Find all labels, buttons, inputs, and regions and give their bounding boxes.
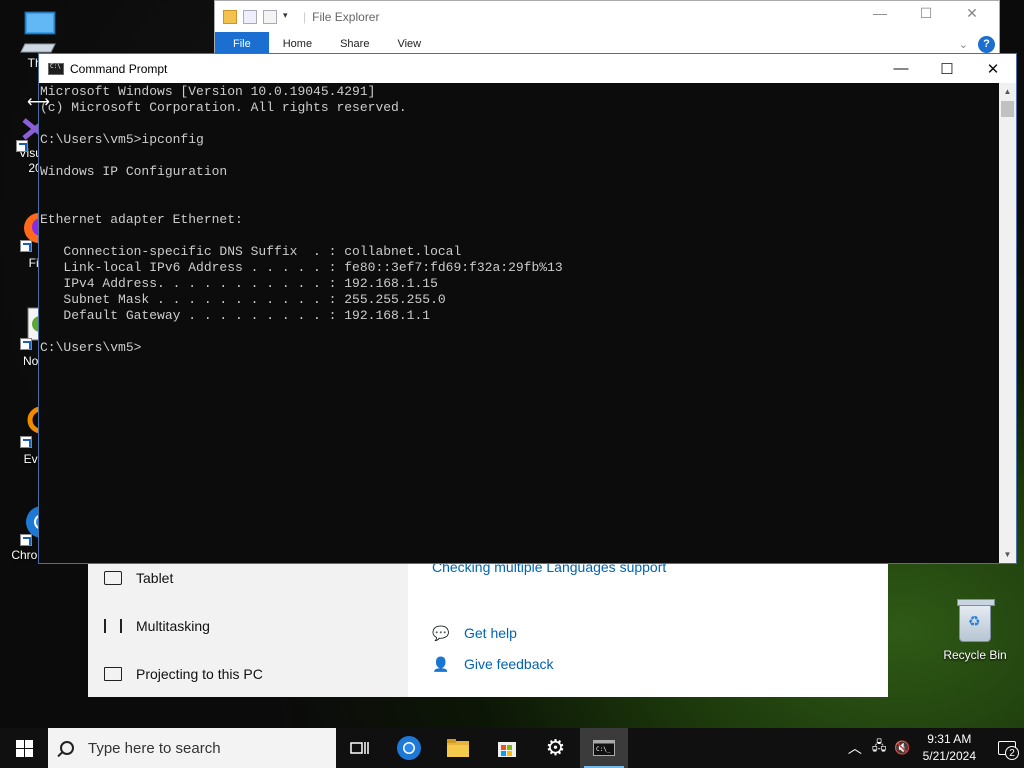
minimize-button[interactable]: — — [857, 5, 903, 22]
give-feedback-label: Give feedback — [464, 656, 554, 672]
volume-muted-icon[interactable]: 🔇 — [890, 740, 914, 756]
settings-nav: Tablet Multitasking Projecting to this P… — [88, 560, 408, 697]
tablet-icon — [104, 571, 122, 585]
clock-date: 5/21/2024 — [922, 749, 976, 763]
close-button[interactable]: ✕ — [949, 5, 995, 22]
shortcut-arrow-icon — [20, 436, 32, 448]
system-tray: ︿ 🖧 🔇 9:31 AM 5/21/2024 2 — [842, 728, 1024, 768]
get-help-link[interactable]: 💬 Get help — [432, 625, 517, 641]
shortcut-arrow-icon — [20, 534, 32, 546]
window-title: Command Prompt — [70, 61, 168, 76]
command-prompt-window[interactable]: Command Prompt — ☐ ✕ Microsoft Windows [… — [38, 53, 1017, 564]
properties-icon[interactable] — [243, 9, 257, 24]
recycle-bin-label: Recycle Bin — [943, 648, 1007, 662]
gear-icon: ⚙ — [545, 735, 566, 760]
file-explorer-title: File Explorer — [312, 9, 380, 24]
store-icon — [497, 742, 516, 757]
console-output[interactable]: Microsoft Windows [Version 10.0.19045.42… — [39, 83, 999, 563]
scroll-up-arrow-icon[interactable]: ▲ — [999, 83, 1016, 100]
get-help-label: Get help — [464, 625, 517, 641]
nav-item-projecting[interactable]: Projecting to this PC — [104, 666, 263, 682]
scroll-down-arrow-icon[interactable]: ▼ — [999, 546, 1016, 563]
shortcut-arrow-icon — [16, 140, 28, 152]
minimize-button[interactable]: — — [878, 54, 924, 83]
taskbar-file-explorer[interactable] — [433, 728, 482, 768]
windows-logo-icon — [15, 739, 33, 757]
nav-item-multitasking[interactable]: Multitasking — [104, 618, 210, 634]
taskbar-command-prompt[interactable]: C:\_ — [580, 728, 628, 768]
taskbar-settings[interactable]: ⚙ — [531, 728, 580, 768]
desktop-icon-recycle-bin[interactable]: Recycle Bin — [940, 599, 1010, 662]
shortcut-arrow-icon — [20, 240, 32, 252]
network-icon[interactable]: 🖧 — [868, 737, 891, 759]
chevron-down-icon[interactable]: ▾ — [283, 10, 293, 24]
feedback-person-icon: 👤 — [432, 656, 450, 672]
folder-icon — [223, 9, 237, 24]
search-placeholder: Type here to search — [88, 739, 221, 757]
scrollbar-thumb[interactable] — [1001, 101, 1014, 117]
settings-window[interactable]: Tablet Multitasking Projecting to this P… — [88, 559, 888, 697]
recycle-bin-icon — [957, 599, 995, 642]
command-prompt-icon — [48, 62, 64, 75]
help-chat-icon: 💬 — [432, 625, 450, 641]
start-button[interactable] — [0, 728, 48, 768]
taskbar-chromium[interactable] — [384, 728, 433, 768]
maximize-button[interactable]: ☐ — [924, 54, 970, 83]
computer-icon — [20, 11, 56, 53]
file-explorer-titlebar[interactable]: ▾ | File Explorer — ☐ ✕ — [215, 1, 999, 32]
taskbar-microsoft-store[interactable] — [482, 728, 531, 768]
shortcut-arrow-icon — [20, 338, 32, 350]
command-prompt-icon: C:\_ — [593, 740, 615, 756]
close-button[interactable]: ✕ — [970, 54, 1016, 83]
action-center-button[interactable]: 2 — [990, 728, 1024, 768]
resize-cursor-icon: ⟷ — [27, 94, 50, 111]
nav-item-label: Projecting to this PC — [136, 666, 263, 682]
maximize-button[interactable]: ☐ — [903, 5, 949, 22]
nav-item-label: Tablet — [136, 570, 174, 586]
svg-text:C:\_: C:\_ — [596, 746, 611, 753]
folder-icon — [446, 739, 469, 757]
multitasking-icon — [104, 619, 122, 633]
search-icon — [60, 741, 74, 755]
nav-item-tablet[interactable]: Tablet — [104, 570, 173, 586]
nav-item-label: Multitasking — [136, 618, 210, 634]
chromium-icon — [396, 736, 421, 760]
task-view-button[interactable] — [336, 728, 384, 768]
taskbar: Type here to search ⚙ C:\_ ︿ 🖧 🔇 9:31 AM… — [0, 728, 1024, 768]
task-view-icon — [350, 742, 369, 754]
vertical-scrollbar[interactable]: ▲ ▼ — [999, 83, 1016, 563]
clock[interactable]: 9:31 AM 5/21/2024 — [923, 731, 976, 765]
taskbar-search-box[interactable]: Type here to search — [48, 728, 336, 768]
clock-time: 9:31 AM — [927, 732, 972, 746]
command-prompt-titlebar[interactable]: Command Prompt — ☐ ✕ — [39, 54, 1016, 83]
projecting-icon — [104, 667, 122, 681]
give-feedback-link[interactable]: 👤 Give feedback — [432, 656, 554, 672]
file-explorer-window[interactable]: ▾ | File Explorer — ☐ ✕ File Home Share … — [214, 0, 1000, 60]
chevron-up-icon[interactable]: ︿ — [842, 738, 868, 758]
new-folder-icon[interactable] — [263, 9, 277, 24]
notification-count: 2 — [1005, 746, 1019, 760]
